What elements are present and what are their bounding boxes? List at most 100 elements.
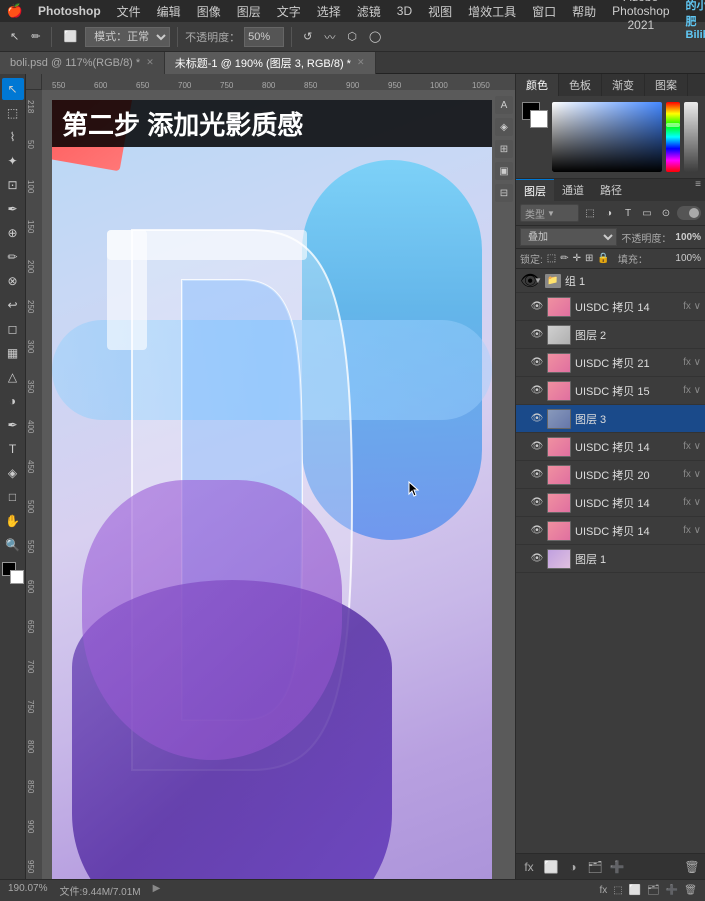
layer-item-1[interactable]: 👁 图层 2 [516,321,705,349]
status-arrow[interactable]: ▶ [153,883,161,898]
menu-window[interactable]: 窗口 [532,3,556,20]
tab-channels[interactable]: 通道 [554,179,592,201]
layer-fx-button[interactable]: fx [520,858,538,876]
layer-item-5[interactable]: 👁 UISDC 拷贝 14 fx ∨ [516,433,705,461]
layer-eye-8[interactable]: 👁 [530,524,544,538]
alpha-bar[interactable] [684,102,698,172]
flow-btn[interactable]: ↺ [299,25,316,49]
layer-fx-0[interactable]: fx ∨ [683,301,701,312]
fg-bg-colors[interactable] [522,102,548,172]
mode-select[interactable]: 模式：正常 叠加 正片叠底 [85,27,170,47]
smooth-btn[interactable]: 〰 [320,25,339,49]
tab-swatches[interactable]: 色板 [559,74,602,96]
pressure-btn[interactable]: ◯ [365,25,385,49]
layer-eye-7[interactable]: 👁 [530,496,544,510]
lock-transparent-icon[interactable]: ⬚ [547,253,556,264]
status-group[interactable]: 🗂 [647,885,660,896]
menu-3d[interactable]: 3D [397,4,412,18]
layer-eye-9[interactable]: 👁 [530,552,544,566]
side-tool-4[interactable]: ▣ [495,162,513,180]
background-color[interactable] [10,570,24,584]
color-fg-bg[interactable] [522,102,548,128]
tab-gradient[interactable]: 渐变 [602,74,645,96]
layer-item-9[interactable]: 👁 图层 1 [516,545,705,573]
menu-text[interactable]: 文字 [277,3,301,20]
lock-artboard-icon[interactable]: ⊞ [585,253,593,264]
filter-text-icon[interactable]: T [620,205,636,221]
status-fx[interactable]: fx [599,885,607,896]
layer-eye-1[interactable]: 👁 [530,328,544,342]
menu-layer[interactable]: 图层 [237,3,261,20]
tool-eraser[interactable]: ◻ [2,318,24,340]
layer-type-filter[interactable]: 类型 ▼ [520,204,579,222]
canvas-scroll-area[interactable]: 218 50 100 150 200 250 300 350 400 450 5… [26,90,515,879]
tool-magic-wand[interactable]: ✦ [2,150,24,172]
tool-heal[interactable]: ⊕ [2,222,24,244]
layer-eye-2[interactable]: 👁 [530,356,544,370]
hue-bar[interactable] [666,102,680,172]
side-tool-3[interactable]: ⊞ [495,140,513,158]
tab-boli-close[interactable]: ✕ [146,57,154,68]
layer-item-2[interactable]: 👁 UISDC 拷贝 21 fx ∨ [516,349,705,377]
tool-select-rect[interactable]: ⬚ [2,102,24,124]
layer-group-button[interactable]: 🗂 [586,858,604,876]
tool-eyedropper[interactable]: ✒ [2,198,24,220]
layer-fx-3[interactable]: fx ∨ [683,385,701,396]
menu-file[interactable]: 文件 [117,3,141,20]
opacity-input[interactable] [244,27,284,47]
blend-mode-select[interactable]: 叠加 正常 正片叠底 [520,228,617,246]
tool-path-select[interactable]: ◈ [2,462,24,484]
menu-image[interactable]: 图像 [197,3,221,20]
layer-eye-3[interactable]: 👁 [530,384,544,398]
menu-view[interactable]: 视图 [428,3,452,20]
color-spectrum[interactable] [552,102,662,172]
status-add[interactable]: ➕ [666,885,678,896]
tool-pen[interactable]: ✒ [2,414,24,436]
tool-shape2[interactable]: □ [2,486,24,508]
tab-layers[interactable]: 图层 [516,179,554,201]
tool-crop[interactable]: ⊡ [2,174,24,196]
tab-color[interactable]: 颜色 [516,74,559,96]
side-tool-5[interactable]: ⊟ [495,184,513,202]
photoshop-canvas[interactable]: 第二步 添加光影质感 JCBAI23.COM [42,90,515,879]
layer-item-0[interactable]: 👁 UISDC 拷贝 14 fx ∨ [516,293,705,321]
filter-adj-icon[interactable]: ◑ [601,205,617,221]
tool-brush[interactable]: ✏ [27,25,44,49]
lock-pixel-icon[interactable]: ✏ [560,253,568,264]
layer-item-7[interactable]: 👁 UISDC 拷贝 14 fx ∨ [516,489,705,517]
tool-dodge[interactable]: ◑ [2,390,24,412]
tab-untitled-close[interactable]: ✕ [357,57,365,68]
filter-smart-icon[interactable]: ⊙ [658,205,674,221]
app-menu[interactable]: Photoshop [38,4,101,18]
menu-select[interactable]: 选择 [317,3,341,20]
tool-gradient[interactable]: ▦ [2,342,24,364]
layer-eye-4[interactable]: 👁 [530,412,544,426]
layer-eye-5[interactable]: 👁 [530,440,544,454]
tool-hand[interactable]: ✋ [2,510,24,532]
lock-position-icon[interactable]: ✛ [573,253,581,264]
group-expand-icon[interactable]: ▼ [534,276,542,285]
tool-arrow[interactable]: ↖ [6,25,23,49]
layer-fx-8[interactable]: fx ∨ [683,525,701,536]
layer-new-button[interactable]: ➕ [608,858,626,876]
layer-eye-6[interactable]: 👁 [530,468,544,482]
layer-item-3[interactable]: 👁 UISDC 拷贝 15 fx ∨ [516,377,705,405]
lock-all-icon[interactable]: 🔒 [597,253,609,264]
layer-adjustment-button[interactable]: ◑ [564,858,582,876]
tool-move[interactable]: ↖ [2,78,24,100]
tool-history-brush[interactable]: ↩ [2,294,24,316]
status-new-layer[interactable]: ⬜ [629,885,641,896]
tab-pattern[interactable]: 图案 [645,74,688,96]
layer-fx-6[interactable]: fx ∨ [683,469,701,480]
tool-zoom[interactable]: 🔍 [2,534,24,556]
tool-text[interactable]: T [2,438,24,460]
tool-brush2[interactable]: ✏ [2,246,24,268]
filter-shape-icon[interactable]: ▭ [639,205,655,221]
layer-group-1[interactable]: 👁 ▼ 📁 组 1 [516,269,705,293]
tool-lasso[interactable]: ⌇ [2,126,24,148]
tool-clone[interactable]: ⊗ [2,270,24,292]
layers-menu-btn[interactable]: ≡ [691,179,705,201]
layer-fx-7[interactable]: fx ∨ [683,497,701,508]
menu-help[interactable]: 帮助 [572,3,596,20]
layer-fx-2[interactable]: fx ∨ [683,357,701,368]
